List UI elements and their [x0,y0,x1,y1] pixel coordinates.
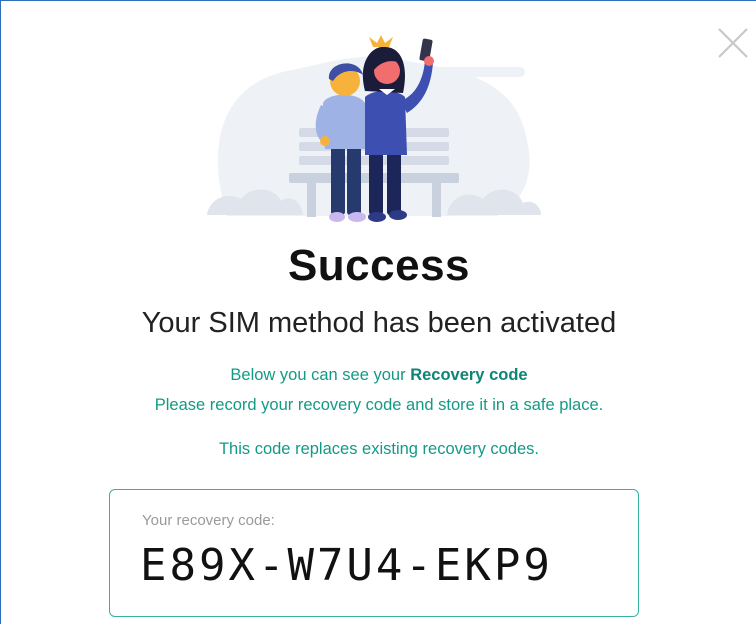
close-button[interactable] [711,21,755,65]
recovery-code-value[interactable]: E89X-W7U4-EKP9 [140,540,553,591]
success-dialog: Success Your SIM method has been activat… [0,0,756,624]
replacement-notice: This code replaces existing recovery cod… [218,440,540,458]
activation-message: Your SIM method has been activated [141,307,617,339]
store-instruction: Please record your recovery code and sto… [154,396,604,414]
recovery-code-intro: Below you can see your Recovery code [1,366,756,385]
success-title: Success [287,241,471,290]
recovery-code-box[interactable]: Your recovery code: E89X-W7U4-EKP9 [109,489,639,617]
couple-selfie-illustration [207,35,541,222]
intro-text: Below you can see your [230,366,411,384]
recovery-code-emphasis: Recovery code [410,366,528,384]
recovery-code-label: Your recovery code: [142,512,275,529]
close-icon [718,28,748,58]
